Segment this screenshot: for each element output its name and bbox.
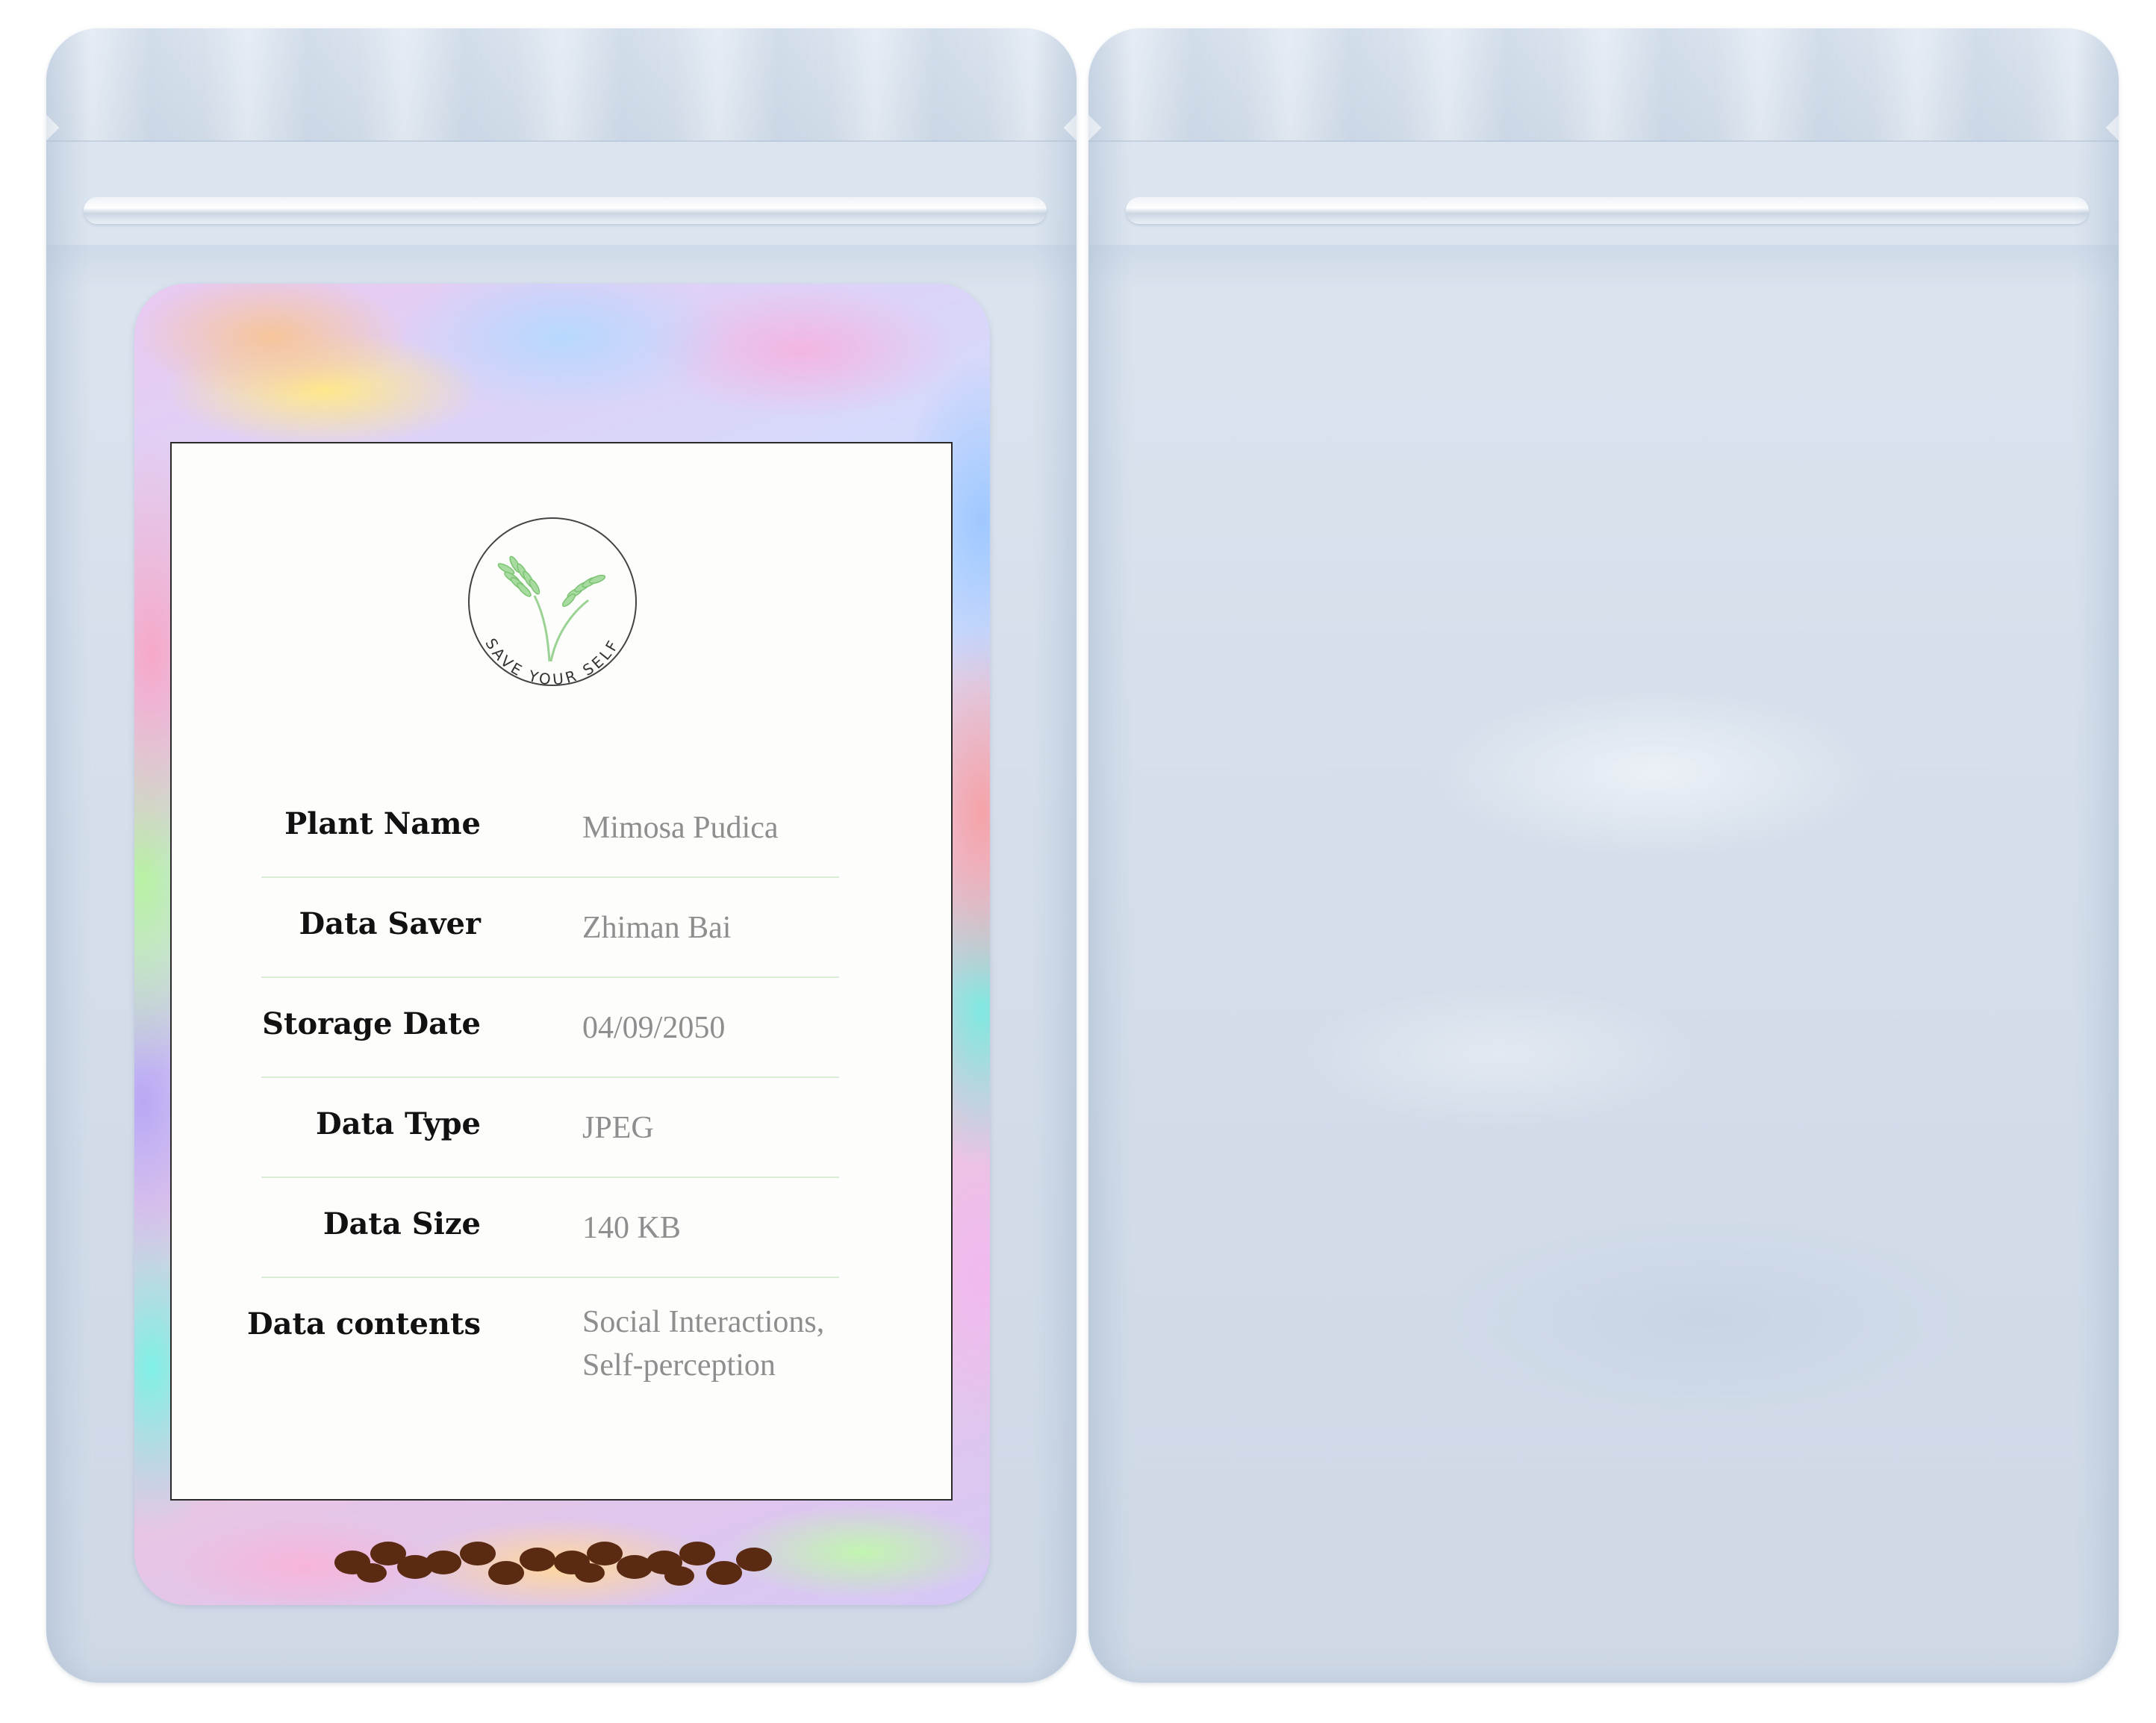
info-value: 04/09/2050 [582, 1011, 726, 1045]
info-key: Plant Name [284, 806, 481, 841]
side-shade-left [46, 28, 91, 1683]
info-rows: Plant Name Mimosa Pudica Data Saver Zhim… [247, 778, 839, 1405]
logo-text: SAVE YOUR SELF [482, 635, 620, 688]
info-row-data-contents: Data contents Social Interactions, Self-… [247, 1278, 839, 1405]
wheat-sprig-icon [497, 555, 606, 662]
info-value-line: Social Interactions, [582, 1305, 825, 1339]
seed [426, 1551, 461, 1574]
svg-text:SAVE YOUR SELF: SAVE YOUR SELF [482, 635, 623, 688]
zip-shadow [1088, 245, 2119, 290]
seed [664, 1566, 694, 1586]
info-row-plant-name: Plant Name Mimosa Pudica [261, 778, 839, 878]
seed [617, 1555, 652, 1579]
info-row-data-type: Data Type JPEG [261, 1078, 839, 1178]
info-row-data-saver: Data Saver Zhiman Bai [261, 878, 839, 978]
info-value-line: Self-perception [582, 1348, 776, 1383]
info-key: Data Saver [299, 906, 482, 941]
seed [736, 1548, 772, 1571]
seed [460, 1542, 496, 1565]
zip-seal [1126, 197, 2089, 224]
seed [679, 1542, 715, 1565]
seeds [334, 1542, 772, 1586]
info-value: Social Interactions, Self-perception [582, 1300, 824, 1387]
seeds-cluster [334, 1542, 772, 1586]
save-your-self-logo: SAVE YOUR SELF [468, 517, 637, 688]
seed [575, 1563, 605, 1583]
pouch-header-band [46, 28, 1077, 142]
info-row-storage-date: Storage Date 04/09/2050 [261, 978, 839, 1078]
info-label: SAVE YOUR SELF Plant Name Mimosa Pudica … [170, 442, 953, 1501]
info-value: Mimosa Pudica [582, 811, 779, 845]
info-value: JPEG [582, 1111, 654, 1145]
info-key: Data Type [316, 1106, 481, 1141]
info-value: 140 KB [582, 1211, 681, 1245]
info-row-data-size: Data Size 140 KB [261, 1178, 839, 1278]
seed [488, 1561, 524, 1585]
pouch-header-band [1088, 28, 2119, 142]
seed-packet-mockup: SAVE YOUR SELF Plant Name Mimosa Pudica … [0, 0, 2156, 1723]
seed [706, 1561, 742, 1585]
side-shade-right [2074, 28, 2119, 1683]
seed [357, 1563, 387, 1583]
info-key: Data contents [246, 1306, 481, 1342]
info-value: Zhiman Bai [582, 911, 732, 945]
side-shade-left [1088, 28, 1133, 1683]
pouch-back [1088, 28, 2119, 1683]
zip-seal [84, 197, 1047, 224]
info-key: Storage Date [262, 1006, 481, 1041]
side-shade-right [1032, 28, 1077, 1683]
seed [520, 1548, 555, 1571]
zip-shadow [46, 245, 1077, 290]
info-key: Data Size [323, 1206, 481, 1241]
seed [587, 1542, 623, 1565]
